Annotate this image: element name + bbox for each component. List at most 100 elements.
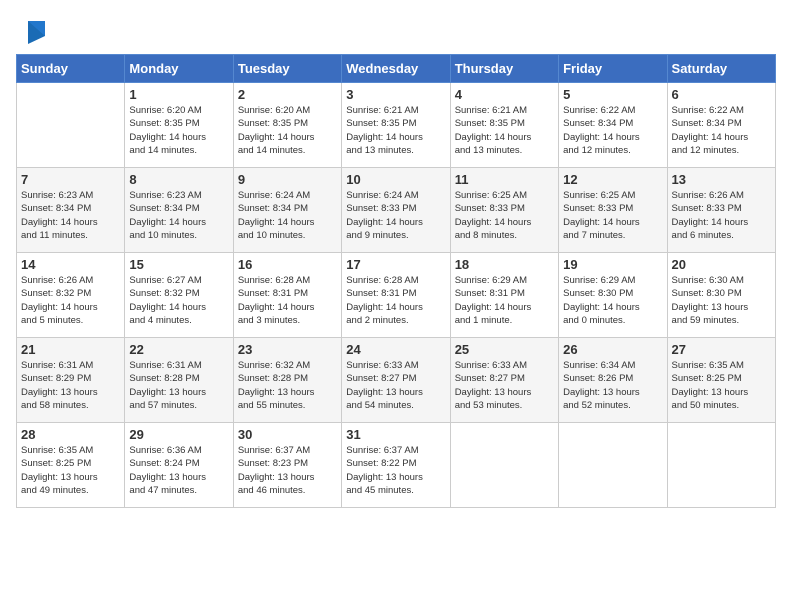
day-number: 30: [238, 427, 337, 442]
day-info: Sunrise: 6:34 AM Sunset: 8:26 PM Dayligh…: [563, 359, 662, 412]
day-cell: 18 Sunrise: 6:29 AM Sunset: 8:31 PM Dayli…: [450, 253, 558, 338]
day-info: Sunrise: 6:37 AM Sunset: 8:23 PM Dayligh…: [238, 444, 337, 497]
day-info: Sunrise: 6:36 AM Sunset: 8:24 PM Dayligh…: [129, 444, 228, 497]
day-number: 31: [346, 427, 445, 442]
day-number: 19: [563, 257, 662, 272]
week-row-5: 28 Sunrise: 6:35 AM Sunset: 8:25 PM Dayli…: [17, 423, 776, 508]
day-number: 17: [346, 257, 445, 272]
day-cell: 4 Sunrise: 6:21 AM Sunset: 8:35 PM Daylig…: [450, 83, 558, 168]
day-number: 29: [129, 427, 228, 442]
day-info: Sunrise: 6:35 AM Sunset: 8:25 PM Dayligh…: [21, 444, 120, 497]
day-number: 12: [563, 172, 662, 187]
day-cell: 26 Sunrise: 6:34 AM Sunset: 8:26 PM Dayli…: [559, 338, 667, 423]
day-number: 3: [346, 87, 445, 102]
day-number: 28: [21, 427, 120, 442]
day-number: 27: [672, 342, 771, 357]
col-header-monday: Monday: [125, 55, 233, 83]
day-info: Sunrise: 6:24 AM Sunset: 8:34 PM Dayligh…: [238, 189, 337, 242]
day-info: Sunrise: 6:33 AM Sunset: 8:27 PM Dayligh…: [455, 359, 554, 412]
col-header-tuesday: Tuesday: [233, 55, 341, 83]
day-cell: 14 Sunrise: 6:26 AM Sunset: 8:32 PM Dayli…: [17, 253, 125, 338]
day-cell: [559, 423, 667, 508]
day-info: Sunrise: 6:29 AM Sunset: 8:30 PM Dayligh…: [563, 274, 662, 327]
day-cell: 22 Sunrise: 6:31 AM Sunset: 8:28 PM Dayli…: [125, 338, 233, 423]
day-info: Sunrise: 6:25 AM Sunset: 8:33 PM Dayligh…: [563, 189, 662, 242]
day-info: Sunrise: 6:31 AM Sunset: 8:29 PM Dayligh…: [21, 359, 120, 412]
day-info: Sunrise: 6:28 AM Sunset: 8:31 PM Dayligh…: [346, 274, 445, 327]
day-number: 7: [21, 172, 120, 187]
calendar-table: SundayMondayTuesdayWednesdayThursdayFrid…: [16, 54, 776, 508]
day-number: 10: [346, 172, 445, 187]
day-number: 25: [455, 342, 554, 357]
day-number: 4: [455, 87, 554, 102]
day-info: Sunrise: 6:23 AM Sunset: 8:34 PM Dayligh…: [21, 189, 120, 242]
day-info: Sunrise: 6:37 AM Sunset: 8:22 PM Dayligh…: [346, 444, 445, 497]
day-info: Sunrise: 6:21 AM Sunset: 8:35 PM Dayligh…: [346, 104, 445, 157]
day-info: Sunrise: 6:21 AM Sunset: 8:35 PM Dayligh…: [455, 104, 554, 157]
day-number: 26: [563, 342, 662, 357]
day-number: 14: [21, 257, 120, 272]
day-number: 23: [238, 342, 337, 357]
day-cell: [17, 83, 125, 168]
day-number: 11: [455, 172, 554, 187]
day-info: Sunrise: 6:23 AM Sunset: 8:34 PM Dayligh…: [129, 189, 228, 242]
day-cell: 17 Sunrise: 6:28 AM Sunset: 8:31 PM Dayli…: [342, 253, 450, 338]
day-cell: 31 Sunrise: 6:37 AM Sunset: 8:22 PM Dayli…: [342, 423, 450, 508]
day-cell: 9Sunrise: 6:24 AM Sunset: 8:34 PM Daylig…: [233, 168, 341, 253]
day-number: 5: [563, 87, 662, 102]
header: [16, 16, 776, 46]
day-cell: 11 Sunrise: 6:25 AM Sunset: 8:33 PM Dayli…: [450, 168, 558, 253]
col-header-saturday: Saturday: [667, 55, 775, 83]
day-info: Sunrise: 6:22 AM Sunset: 8:34 PM Dayligh…: [563, 104, 662, 157]
day-info: Sunrise: 6:25 AM Sunset: 8:33 PM Dayligh…: [455, 189, 554, 242]
day-cell: 13Sunrise: 6:26 AM Sunset: 8:33 PM Dayli…: [667, 168, 775, 253]
day-number: 1: [129, 87, 228, 102]
day-info: Sunrise: 6:26 AM Sunset: 8:32 PM Dayligh…: [21, 274, 120, 327]
day-info: Sunrise: 6:20 AM Sunset: 8:35 PM Dayligh…: [238, 104, 337, 157]
day-info: Sunrise: 6:33 AM Sunset: 8:27 PM Dayligh…: [346, 359, 445, 412]
day-cell: 1 Sunrise: 6:20 AM Sunset: 8:35 PM Daylig…: [125, 83, 233, 168]
day-number: 22: [129, 342, 228, 357]
week-row-2: 7 Sunrise: 6:23 AM Sunset: 8:34 PM Daylig…: [17, 168, 776, 253]
day-info: Sunrise: 6:22 AM Sunset: 8:34 PM Dayligh…: [672, 104, 771, 157]
day-cell: 25 Sunrise: 6:33 AM Sunset: 8:27 PM Dayli…: [450, 338, 558, 423]
day-info: Sunrise: 6:27 AM Sunset: 8:32 PM Dayligh…: [129, 274, 228, 327]
logo: [16, 16, 50, 46]
day-number: 18: [455, 257, 554, 272]
day-cell: 28 Sunrise: 6:35 AM Sunset: 8:25 PM Dayli…: [17, 423, 125, 508]
week-row-4: 21 Sunrise: 6:31 AM Sunset: 8:29 PM Dayli…: [17, 338, 776, 423]
week-row-1: 1 Sunrise: 6:20 AM Sunset: 8:35 PM Daylig…: [17, 83, 776, 168]
day-number: 24: [346, 342, 445, 357]
logo-icon: [20, 16, 50, 46]
day-cell: 15 Sunrise: 6:27 AM Sunset: 8:32 PM Dayli…: [125, 253, 233, 338]
day-cell: 30 Sunrise: 6:37 AM Sunset: 8:23 PM Dayli…: [233, 423, 341, 508]
week-row-3: 14 Sunrise: 6:26 AM Sunset: 8:32 PM Dayli…: [17, 253, 776, 338]
day-cell: [450, 423, 558, 508]
col-header-sunday: Sunday: [17, 55, 125, 83]
day-info: Sunrise: 6:20 AM Sunset: 8:35 PM Dayligh…: [129, 104, 228, 157]
day-number: 15: [129, 257, 228, 272]
day-info: Sunrise: 6:35 AM Sunset: 8:25 PM Dayligh…: [672, 359, 771, 412]
day-cell: [667, 423, 775, 508]
day-cell: 8 Sunrise: 6:23 AM Sunset: 8:34 PM Daylig…: [125, 168, 233, 253]
col-header-wednesday: Wednesday: [342, 55, 450, 83]
day-cell: 16 Sunrise: 6:28 AM Sunset: 8:31 PM Dayli…: [233, 253, 341, 338]
day-cell: 2Sunrise: 6:20 AM Sunset: 8:35 PM Daylig…: [233, 83, 341, 168]
day-cell: 24 Sunrise: 6:33 AM Sunset: 8:27 PM Dayli…: [342, 338, 450, 423]
day-cell: 29 Sunrise: 6:36 AM Sunset: 8:24 PM Dayli…: [125, 423, 233, 508]
day-cell: 5 Sunrise: 6:22 AM Sunset: 8:34 PM Daylig…: [559, 83, 667, 168]
day-info: Sunrise: 6:31 AM Sunset: 8:28 PM Dayligh…: [129, 359, 228, 412]
day-cell: 6 Sunrise: 6:22 AM Sunset: 8:34 PM Daylig…: [667, 83, 775, 168]
day-number: 8: [129, 172, 228, 187]
day-number: 13: [672, 172, 771, 187]
day-number: 21: [21, 342, 120, 357]
day-info: Sunrise: 6:24 AM Sunset: 8:33 PM Dayligh…: [346, 189, 445, 242]
day-info: Sunrise: 6:30 AM Sunset: 8:30 PM Dayligh…: [672, 274, 771, 327]
col-header-friday: Friday: [559, 55, 667, 83]
day-cell: 27 Sunrise: 6:35 AM Sunset: 8:25 PM Dayli…: [667, 338, 775, 423]
day-number: 16: [238, 257, 337, 272]
day-info: Sunrise: 6:29 AM Sunset: 8:31 PM Dayligh…: [455, 274, 554, 327]
day-info: Sunrise: 6:28 AM Sunset: 8:31 PM Dayligh…: [238, 274, 337, 327]
day-number: 6: [672, 87, 771, 102]
day-cell: 20Sunrise: 6:30 AM Sunset: 8:30 PM Dayli…: [667, 253, 775, 338]
